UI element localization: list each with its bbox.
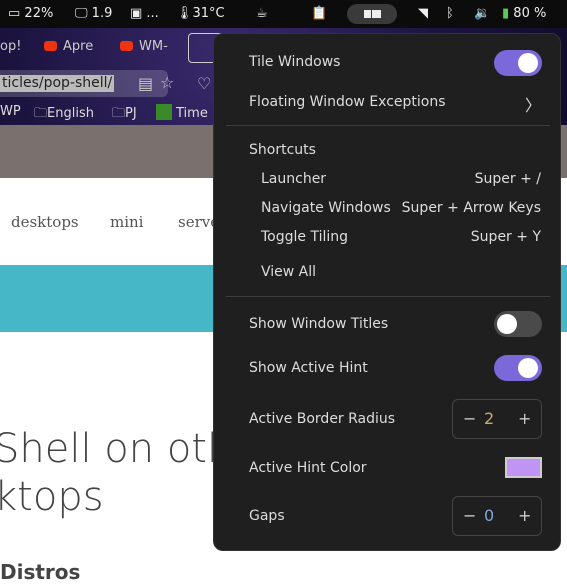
show-titles-toggle[interactable] — [494, 311, 542, 337]
browser-tab[interactable]: op! — [0, 39, 21, 54]
star-icon[interactable]: ☆ — [160, 73, 174, 92]
gaps-label: Gaps — [249, 508, 285, 524]
shortcut-keys: Super + Y — [470, 229, 541, 245]
plus-icon[interactable]: + — [518, 409, 531, 428]
bookmark-label: English — [47, 106, 94, 121]
gaps-value[interactable]: 0 — [484, 506, 494, 525]
bookmark[interactable]: WP — [0, 104, 21, 119]
article-heading: Shell on oth — [0, 426, 233, 472]
minus-icon[interactable]: − — [463, 506, 476, 525]
caffeine-icon[interactable]: ☕ — [256, 6, 268, 21]
url-bar[interactable]: ticles/pop-shell/ ▤ ☆ — [0, 70, 174, 97]
folder-icon: 🗀 — [112, 106, 126, 121]
bookmark[interactable]: Time — [156, 104, 208, 121]
folder-icon: 🗀 — [34, 106, 48, 121]
show-hint-toggle[interactable] — [494, 355, 542, 381]
view-all-button[interactable]: View All — [261, 264, 316, 280]
show-hint-label: Show Active Hint — [249, 360, 368, 376]
border-radius-label: Active Border Radius — [249, 411, 396, 427]
bookmark-label: PJ — [125, 106, 137, 121]
hint-color-label: Active Hint Color — [249, 460, 367, 476]
separator — [226, 296, 550, 297]
pocket-icon[interactable]: ♡ — [197, 74, 211, 93]
bookmark-folder[interactable]: 🗀PJ — [112, 104, 137, 126]
tile-windows-label: Tile Windows — [249, 54, 341, 70]
reader-icon[interactable]: ▤ — [138, 74, 153, 93]
tab-title: WM- — [139, 39, 168, 54]
temp-value: 31°C — [192, 6, 225, 21]
article-heading-cont: ktops — [0, 474, 104, 520]
youtube-icon — [120, 41, 133, 51]
wifi-icon[interactable]: ◥ — [418, 6, 428, 21]
tab-title: op! — [0, 39, 22, 54]
memory-indicator[interactable]: ▣ ... — [130, 6, 159, 21]
battery-indicator[interactable]: ▮ 80 % — [502, 6, 546, 21]
browser-tab[interactable]: Apre — [44, 39, 93, 54]
nav-link[interactable]: mini — [110, 213, 143, 231]
volume-icon[interactable]: 🔉 — [474, 6, 490, 21]
clipboard-icon[interactable]: 📋 — [311, 6, 327, 21]
shortcuts-title: Shortcuts — [249, 142, 316, 158]
shortcut-label: Toggle Tiling — [261, 229, 349, 245]
hint-color-button[interactable] — [505, 457, 542, 478]
bookmark-label: WP — [0, 104, 21, 119]
cpu-value: 22% — [24, 6, 54, 21]
timecalc-icon — [156, 104, 172, 120]
section-heading: Distros — [0, 560, 81, 584]
load-value: 1.9 — [91, 6, 113, 21]
monitor-indicator[interactable]: 🖵 1.9 — [75, 6, 112, 21]
youtube-icon — [44, 41, 57, 51]
pop-shell-tiling-button[interactable] — [347, 4, 397, 24]
browser-tab[interactable]: WM- — [120, 39, 168, 54]
border-radius-value[interactable]: 2 — [484, 409, 494, 428]
shortcut-keys: Super + Arrow Keys — [401, 200, 541, 216]
gaps-spinner[interactable]: −0 + — [452, 496, 542, 536]
shortcut-label: Launcher — [261, 171, 327, 187]
pop-shell-menu: Tile Windows Floating Window Exceptions … — [213, 33, 561, 551]
chevron-right-icon: 〉 — [524, 96, 541, 115]
plus-icon[interactable]: + — [518, 506, 531, 525]
separator — [226, 125, 550, 126]
bluetooth-icon[interactable]: ᛒ — [446, 6, 454, 21]
bookmark-folder[interactable]: 🗀English — [34, 104, 94, 126]
temp-indicator[interactable]: 🌡31°C — [176, 6, 225, 21]
shortcut-keys: Super + / — [474, 171, 541, 187]
url-text: ticles/pop-shell/ — [0, 75, 115, 92]
bookmark-label: Time — [176, 106, 208, 121]
tile-windows-toggle[interactable] — [494, 50, 542, 76]
floating-exceptions-item[interactable]: Floating Window Exceptions — [249, 94, 446, 110]
show-titles-label: Show Window Titles — [249, 316, 389, 332]
cpu-indicator[interactable]: ▭ 22% — [8, 6, 53, 21]
memory-value: ... — [146, 6, 159, 21]
tab-title: Apre — [63, 39, 94, 54]
border-radius-spinner[interactable]: −2 + — [452, 399, 542, 439]
battery-value: 80 % — [513, 6, 547, 21]
nav-link[interactable]: desktops — [11, 213, 79, 231]
minus-icon[interactable]: − — [463, 409, 476, 428]
shortcut-label: Navigate Windows — [261, 200, 391, 216]
top-panel: ▭ 22% 🖵 1.9 ▣ ... 🌡31°C ☕ 📋 ◥ ᛒ 🔉 ▮ 80 % — [0, 0, 567, 28]
